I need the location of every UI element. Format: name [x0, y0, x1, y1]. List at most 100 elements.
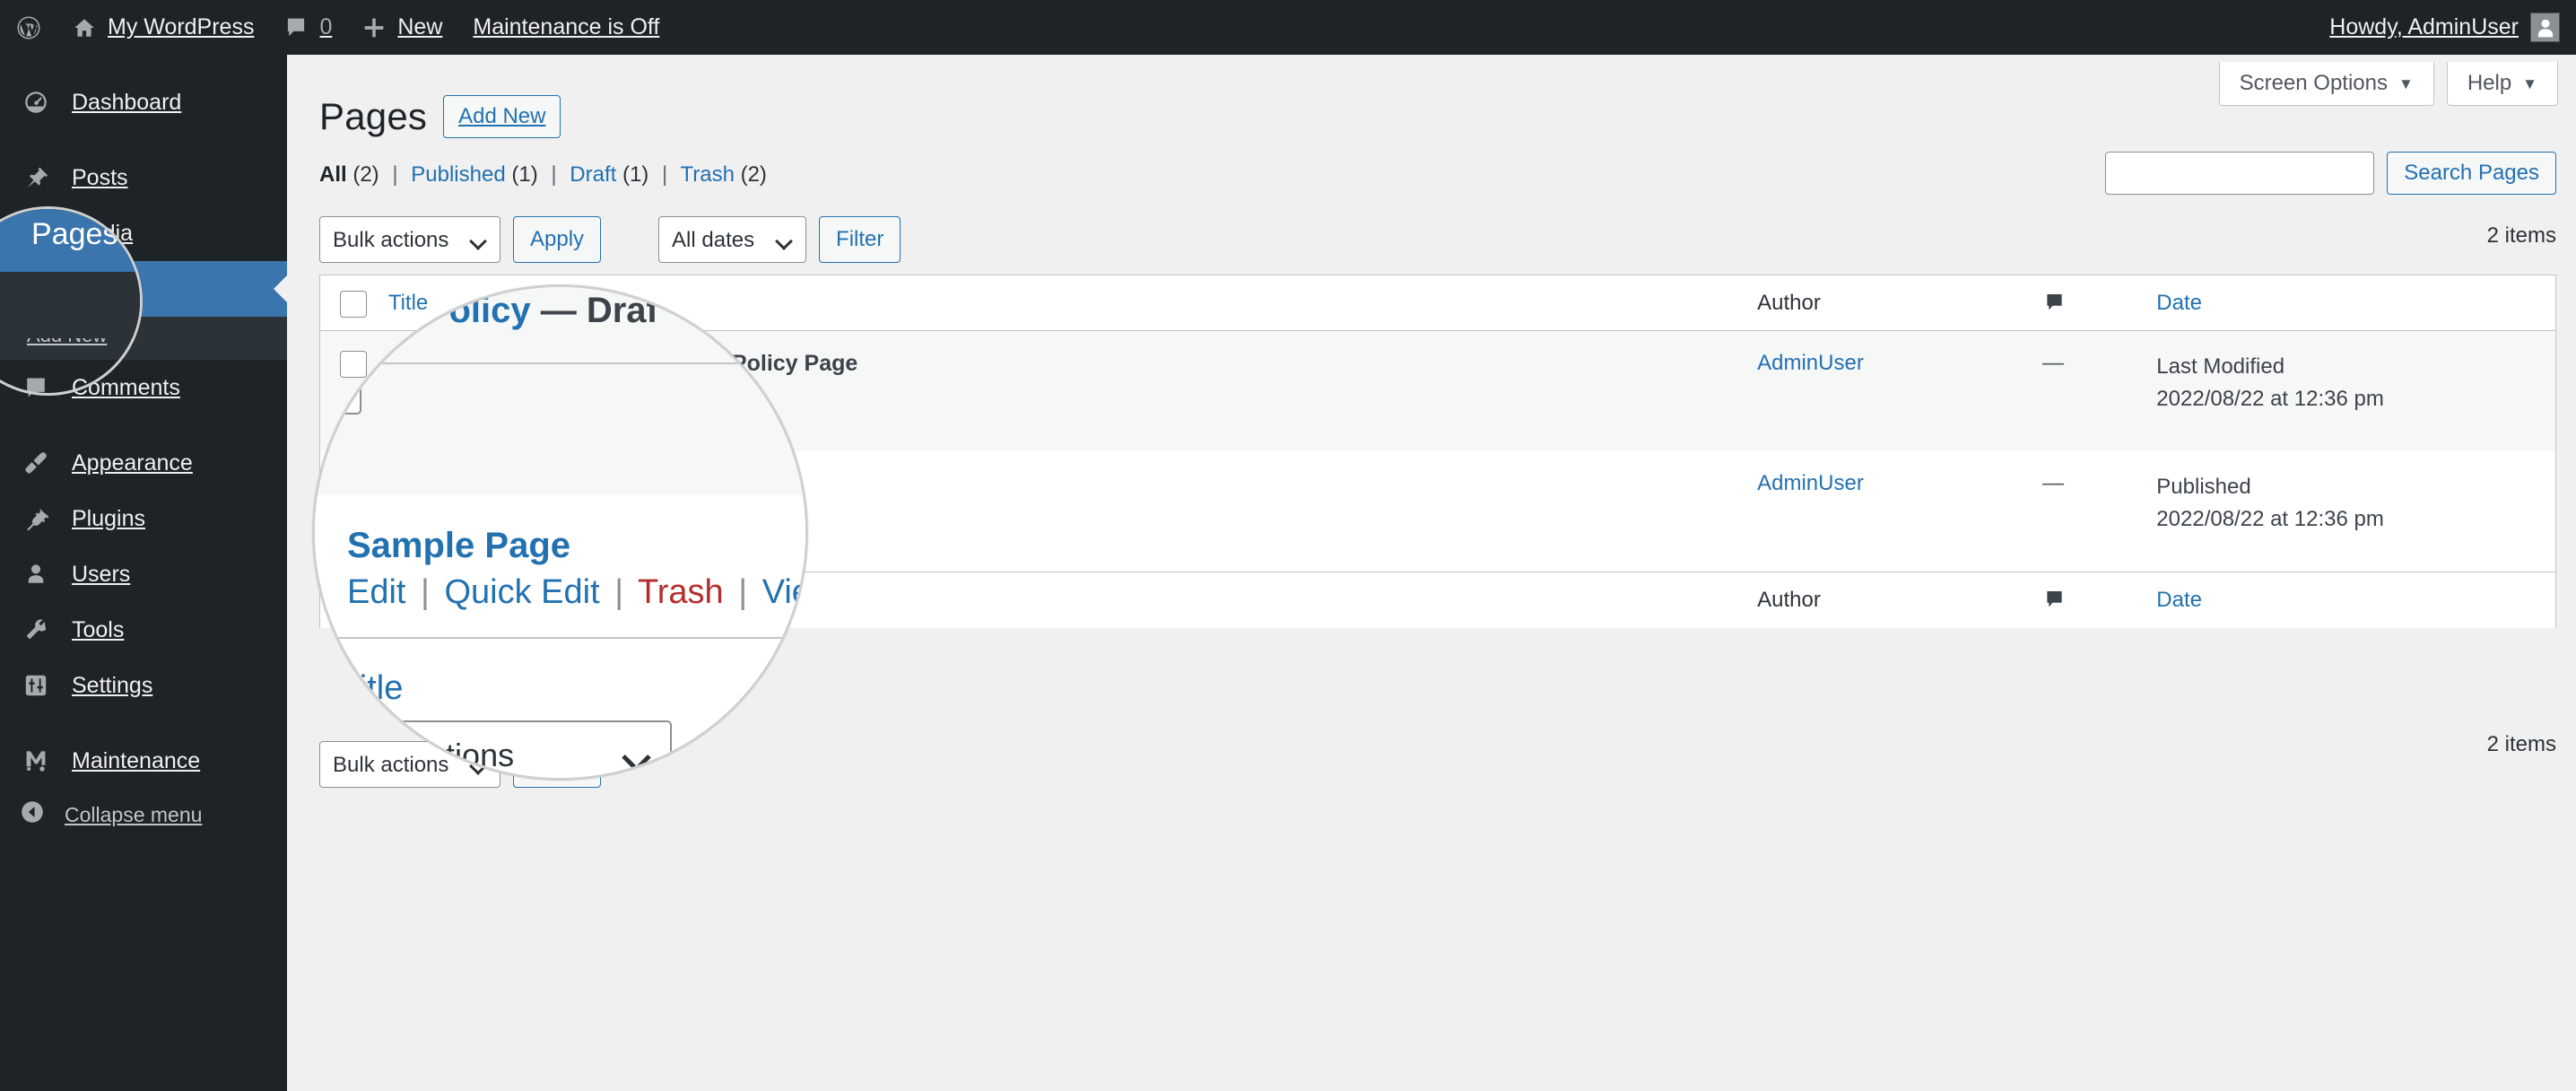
bulk-actions-select-wrap: Bulk actions [319, 216, 500, 263]
filter-link-all[interactable]: All [319, 162, 347, 187]
wordpress-logo-menu[interactable] [0, 0, 57, 55]
collapse-menu-button[interactable]: Collapse menu [0, 789, 287, 841]
paintbrush-icon [20, 450, 52, 476]
my-account-menu[interactable]: Howdy, AdminUser [2314, 0, 2560, 55]
magnified-footer-title-label: Title [340, 669, 404, 707]
page-icon [0, 217, 4, 251]
filter-link-published[interactable]: Published [411, 162, 505, 187]
magnified-table-content: Ticy Policy — Draf Poli Sample Page Edit… [315, 287, 805, 778]
search-pages-button[interactable]: Search Pages [2387, 152, 2556, 195]
site-name-label: My WordPress [108, 14, 255, 39]
row-date-cell: Last Modified 2022/08/22 at 12:36 pm [2156, 331, 2555, 452]
site-name-menu[interactable]: My WordPress [57, 0, 269, 55]
magnified-row-title: Ticy Policy — Draf [358, 291, 658, 331]
dashboard-icon [20, 90, 52, 115]
sidebar-item-posts[interactable]: Posts [0, 150, 287, 205]
row-comments-cell: — [2042, 331, 2156, 452]
date-filter-select[interactable]: All dates [658, 216, 807, 263]
magnified-action-edit: Edit [347, 573, 406, 611]
sidebar-item-maintenance[interactable]: Maintenance [0, 733, 287, 789]
magnified-action-trash: Trash [637, 573, 724, 611]
magnified-tablenav: Bulk actions [315, 717, 805, 778]
row-author-cell: AdminUser [1757, 451, 2042, 572]
row-comments-cell: — [2042, 451, 2156, 572]
magnified-row-actions: Edit | Quick Edit | Trash | View [347, 573, 805, 612]
row-comments-value: — [2042, 471, 2065, 495]
new-content-menu[interactable]: New [347, 0, 457, 55]
howdy-label: Howdy, AdminUser [2329, 14, 2519, 39]
sidebar-item-appearance[interactable]: Appearance [0, 435, 287, 491]
column-header-date[interactable]: Date [2156, 275, 2556, 331]
comments-count: 0 [319, 14, 333, 39]
apply-bulk-action-button[interactable]: Apply [513, 216, 602, 263]
sidebar-item-label: Users [72, 561, 131, 587]
user-icon [20, 562, 52, 587]
magnified-title-state: — Draf [540, 291, 658, 330]
filter-link-draft[interactable]: Draft [570, 162, 616, 187]
magnified-menu-item-pages: Pages [0, 209, 140, 272]
comment-bubble-icon [2042, 588, 2156, 612]
screen-meta-links: Screen Options ▼ Help ▼ [2218, 62, 2558, 106]
comments-menu[interactable]: 0 [269, 0, 347, 55]
collapse-menu-label: Collapse menu [65, 802, 203, 826]
magnified-sidebar-content: Media Pages [0, 209, 140, 338]
column-footer-comments[interactable] [2042, 572, 2157, 628]
magnified-action-view: View [761, 573, 805, 611]
caret-down-icon: ▼ [2398, 74, 2414, 92]
row-date-cell: Published 2022/08/22 at 12:36 pm [2156, 451, 2555, 572]
sidebar-item-plugins[interactable]: Plugins [0, 491, 287, 546]
maintenance-status-menu[interactable]: Maintenance is Off [457, 0, 674, 55]
new-content-label: New [397, 14, 443, 39]
comment-bubble-icon [284, 16, 308, 39]
plug-icon [20, 506, 52, 531]
column-header-date-link[interactable]: Date [2156, 291, 2202, 315]
screen-options-button[interactable]: Screen Options ▼ [2218, 62, 2434, 106]
sidebar-item-users[interactable]: Users [0, 546, 287, 602]
row-comments-value: — [2042, 351, 2065, 375]
wordpress-admin-screen: My WordPress 0 New Maintenance is Off Ho… [0, 0, 2576, 1091]
filter-count-published: (1) [511, 162, 538, 187]
sidebar-item-label: Posts [72, 164, 128, 190]
avatar [2530, 13, 2560, 42]
bulk-actions-select[interactable]: Bulk actions [319, 216, 500, 263]
search-form: Search Pages [2105, 152, 2556, 195]
maintenance-status-label: Maintenance is Off [473, 14, 660, 39]
magnified-menu-label: Pages [31, 216, 118, 251]
date-filter-select-wrap: All dates [658, 216, 807, 263]
magnified-footer-header: Title [315, 637, 805, 717]
row-date-status: Last Modified [2156, 354, 2285, 379]
magnifier-lens-table: Ticy Policy — Draf Poli Sample Page Edit… [312, 284, 808, 781]
page-header: Pages Add New [319, 95, 561, 138]
pin-icon [20, 165, 52, 190]
search-input[interactable] [2105, 152, 2375, 195]
row-author-link[interactable]: AdminUser [1757, 351, 1864, 375]
filter-link-trash[interactable]: Trash [680, 162, 734, 187]
menu-spacer-top [0, 55, 287, 74]
home-icon [73, 16, 96, 39]
sidebar-item-tools[interactable]: Tools [0, 602, 287, 658]
add-new-page-button[interactable]: Add New [443, 95, 561, 138]
sidebar-item-dashboard[interactable]: Dashboard [0, 74, 287, 130]
plus-icon [362, 16, 386, 39]
magnified-action-sep: | [614, 573, 624, 611]
tablenav-top: Bulk actions Apply All dates Filter [319, 216, 901, 263]
magnified-action-sep: | [421, 573, 430, 611]
help-button[interactable]: Help ▼ [2446, 62, 2558, 106]
row-date-status: Published [2156, 475, 2251, 499]
filter-separator: | [661, 162, 668, 187]
comment-bubble-icon [2042, 291, 2156, 315]
magnified-title-prefix: Ti [358, 304, 376, 327]
help-label: Help [2467, 71, 2512, 95]
column-footer-date[interactable]: Date [2156, 572, 2556, 628]
filter-button[interactable]: Filter [819, 216, 901, 263]
row-author-link[interactable]: AdminUser [1757, 471, 1864, 495]
column-header-comments[interactable] [2042, 275, 2157, 331]
items-count-top: 2 items [2486, 223, 2556, 248]
items-count-bottom: 2 items [2486, 732, 2556, 756]
caret-down-icon: ▼ [2522, 74, 2537, 92]
column-footer-date-link[interactable]: Date [2156, 588, 2202, 612]
menu-spacer-2 [0, 415, 287, 435]
magnified-bulk-actions-select: Bulk actions [322, 720, 672, 778]
wordpress-logo-icon [15, 14, 42, 41]
sidebar-item-settings[interactable]: Settings [0, 658, 287, 713]
